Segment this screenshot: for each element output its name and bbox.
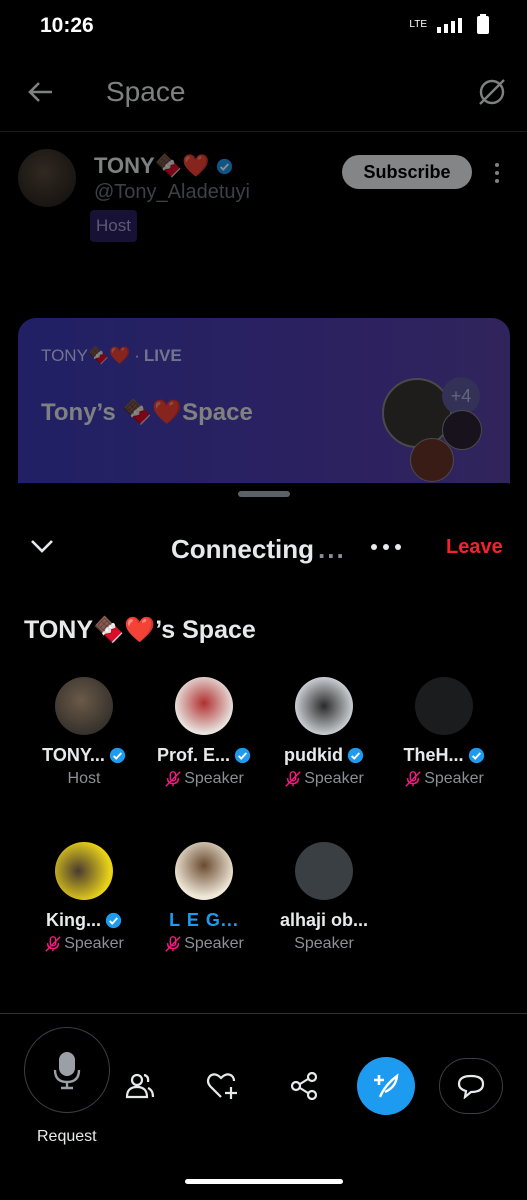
no-audio-icon[interactable] (477, 77, 507, 107)
avatar (175, 677, 233, 735)
chevron-down-icon[interactable] (30, 538, 54, 554)
participant-name: pudkid (284, 745, 343, 765)
avatar (415, 677, 473, 735)
verified-icon (105, 912, 122, 929)
mic-muted-icon (165, 771, 181, 787)
chat-bubble-icon (457, 1074, 485, 1099)
participant-role: Speaker (304, 770, 364, 787)
sheet-grabber[interactable] (238, 491, 290, 497)
host-badge: Host (90, 210, 137, 242)
participant-name: TONY... (42, 745, 105, 765)
compose-feather-icon (374, 1073, 399, 1098)
participant-speaker[interactable]: alhaji ob... Speaker (264, 842, 384, 953)
participant-speaker[interactable]: King... Speaker (24, 842, 144, 953)
participant-role: Speaker (184, 935, 244, 952)
host-avatar[interactable] (18, 149, 76, 207)
compose-tweet-button[interactable] (357, 1057, 415, 1115)
avatar (295, 842, 353, 900)
share-icon (290, 1072, 318, 1100)
connection-status: Connecting ... (171, 534, 346, 565)
card-avatar-main (382, 378, 452, 448)
people-icon (125, 1073, 155, 1099)
network-label: LTE (409, 18, 427, 30)
avatar (175, 842, 233, 900)
signal-icon (437, 18, 462, 33)
host-handle: @Tony_Aladetuyi (94, 181, 250, 203)
host-name: TONY🍫❤️ (94, 153, 210, 178)
react-button[interactable] (202, 1066, 242, 1106)
leave-button[interactable]: Leave (446, 536, 503, 559)
participant-name: alhaji ob... (279, 910, 368, 930)
verified-icon (468, 747, 484, 764)
verified-icon (216, 158, 232, 174)
back-arrow-icon[interactable] (26, 78, 54, 106)
avatar (55, 842, 113, 900)
verified-icon (234, 747, 251, 764)
participant-role: Host (67, 770, 101, 787)
connection-status-text: Connecting (171, 534, 314, 564)
more-vertical-icon[interactable] (492, 162, 502, 184)
participant-role: Speaker (424, 770, 484, 787)
participant-role: Speaker (294, 935, 354, 952)
request-label: Request (37, 1128, 97, 1145)
heart-plus-icon (206, 1073, 237, 1099)
participant-role: Speaker (184, 770, 244, 787)
share-button[interactable] (284, 1066, 324, 1106)
comments-button[interactable] (439, 1058, 503, 1114)
participant-name: Prof. E... (156, 745, 230, 765)
verified-icon (347, 747, 364, 764)
mic-muted-icon (285, 771, 301, 787)
participant-host[interactable]: TONY... Host (24, 677, 144, 788)
avatar (55, 677, 113, 735)
card-meta: TONY🍫❤️ · LIVE (41, 346, 182, 365)
participant-role: Speaker (64, 935, 124, 952)
status-icons: LTE (409, 14, 489, 34)
verified-icon (109, 747, 125, 764)
participant-speaker[interactable]: pudkid Speaker (264, 677, 384, 788)
mic-muted-icon (165, 936, 181, 952)
more-horizontal-icon[interactable] (370, 542, 402, 552)
status-time: 10:26 (40, 14, 94, 37)
card-live: LIVE (143, 346, 182, 365)
participant-name: L E G... (169, 910, 239, 930)
host-name-row: TONY🍫❤️ (94, 153, 233, 179)
participant-name: TheH... (403, 745, 464, 765)
card-title: Tony’s 🍫❤️Space (41, 399, 253, 426)
participant-speaker[interactable]: L E G... Speaker (144, 842, 264, 953)
participant-name: King... (46, 910, 101, 930)
space-title: TONY🍫❤️’s Space (24, 616, 256, 644)
card-host: TONY🍫❤️ (41, 346, 131, 365)
participants-button[interactable] (120, 1066, 160, 1106)
header-divider (0, 131, 527, 132)
microphone-icon (53, 1052, 81, 1090)
page-title: Space (106, 76, 186, 107)
bottom-divider (0, 1013, 527, 1014)
home-indicator (185, 1179, 343, 1184)
participant-speaker[interactable]: TheH... Speaker (384, 677, 504, 788)
avatar (295, 677, 353, 735)
loading-dots-icon: ... (318, 534, 346, 564)
mic-muted-icon (45, 936, 61, 952)
request-mic-button[interactable] (24, 1027, 110, 1113)
participant-speaker[interactable]: Prof. E... Speaker (144, 677, 264, 788)
mic-muted-icon (405, 771, 421, 787)
battery-icon (477, 14, 489, 34)
card-avatar-3 (410, 438, 454, 482)
subscribe-button[interactable]: Subscribe (342, 155, 472, 189)
